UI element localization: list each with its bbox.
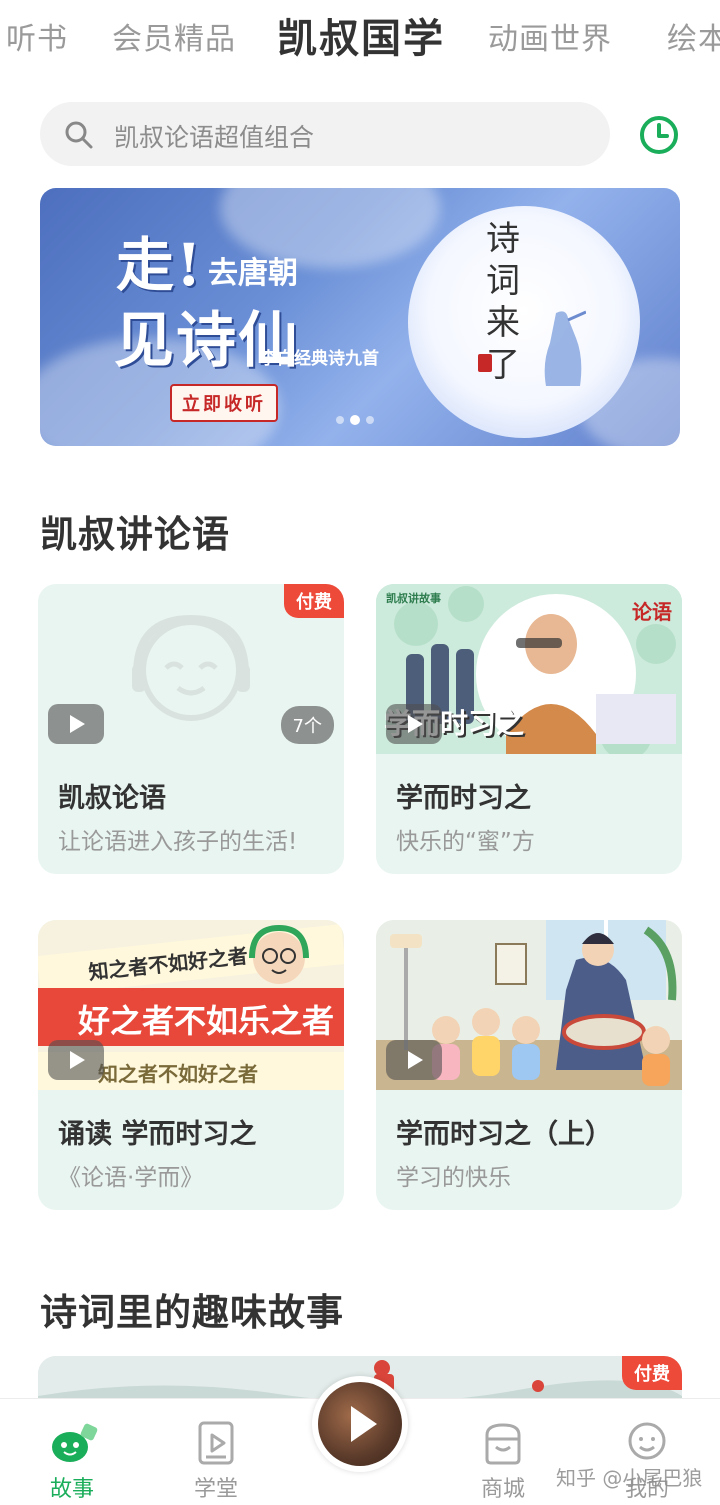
card-title: 学而时习之 <box>396 783 531 814</box>
strip-main-text: 好之者不如乐之者 <box>78 1002 335 1040</box>
card-subtitle: 学习的快乐 <box>396 1165 511 1191</box>
nav-label: 故事 <box>49 1477 94 1502</box>
card-subtitle: 《论语·学而》 <box>58 1165 204 1191</box>
classroom-icon <box>198 1421 234 1465</box>
content-card[interactable]: 7个 付费 凯叔论语 让论语进入孩子的生活! <box>38 584 344 874</box>
center-play-button[interactable] <box>312 1376 408 1472</box>
card-subtitle: 快乐的“蜜”方 <box>396 829 535 855</box>
banner-caption: 李白经典诗九首 <box>260 349 379 369</box>
carousel-dot-active[interactable] <box>350 415 360 425</box>
content-card[interactable]: 凯叔讲故事 论语 学而时习之 学而时习之 快乐的“蜜”方 <box>376 584 682 874</box>
brand-text: 凯叔讲故事 <box>386 592 441 605</box>
tab-kaishu-guoxue[interactable]: 凯叔国学 <box>277 6 445 64</box>
nav-label: 商城 <box>480 1477 525 1502</box>
kaishu-avatar-illustration <box>249 924 309 984</box>
play-button[interactable] <box>386 1040 442 1080</box>
banner-subtitle: 去唐朝 <box>208 256 298 291</box>
card-subtitle: 让论语进入孩子的生活! <box>58 829 298 855</box>
seal-stamp <box>478 354 492 372</box>
tab-listen-books[interactable]: 听书 <box>6 14 68 58</box>
watermark-text: 知乎 @小尾巴狼 <box>556 1466 703 1490</box>
card-thumbnail: 凯叔讲故事 论语 学而时习之 <box>376 584 682 754</box>
carousel-dot[interactable] <box>336 416 344 424</box>
section-title-lunyu: 凯叔讲论语 <box>40 513 230 556</box>
search-input[interactable]: 凯叔论语超值组合 <box>40 102 610 166</box>
card-thumbnail <box>376 920 682 1090</box>
carousel-dots <box>336 415 374 425</box>
listen-now-button[interactable]: 立即收听 <box>170 384 278 422</box>
play-button[interactable] <box>48 1040 104 1080</box>
banner-title-line1: 走! <box>116 231 204 299</box>
tab-member-premium[interactable]: 会员精品 <box>112 14 236 58</box>
paid-badge: 付费 <box>622 1356 682 1390</box>
play-button[interactable] <box>48 704 104 744</box>
now-playing-cover <box>318 1382 402 1466</box>
nav-item-classroom[interactable]: 学堂 <box>161 1399 271 1505</box>
section-title-poetry-stories: 诗词里的趣味故事 <box>40 1291 344 1334</box>
story-icon <box>52 1423 98 1462</box>
card-title: 诵读 学而时习之 <box>58 1119 257 1150</box>
play-button[interactable] <box>386 704 442 744</box>
search-icon <box>65 121 93 149</box>
nav-item-shop[interactable]: 商城 <box>448 1399 558 1505</box>
content-card[interactable]: 学而时习之（上） 学习的快乐 <box>376 920 682 1210</box>
clock-icon[interactable] <box>638 114 680 156</box>
nav-label: 学堂 <box>193 1477 238 1502</box>
shop-icon <box>485 1423 521 1465</box>
content-card[interactable]: 知之者不如好之者 好之者不如乐之者 知之者不如好之者 诵读 学而时习之 《论语·… <box>38 920 344 1210</box>
search-placeholder: 凯叔论语超值组合 <box>114 123 315 152</box>
tab-animation-world[interactable]: 动画世界 <box>488 14 612 58</box>
card-thumbnail: 知之者不如好之者 好之者不如乐之者 知之者不如好之者 <box>38 920 344 1090</box>
lunyu-logo: 论语 <box>632 600 672 624</box>
profile-icon <box>628 1422 666 1460</box>
nav-item-story[interactable]: 故事 <box>17 1399 127 1505</box>
card-title: 凯叔论语 <box>58 783 166 814</box>
card-title: 学而时习之（上） <box>396 1119 612 1150</box>
paid-badge: 付费 <box>284 584 344 618</box>
promo-banner[interactable]: 走! 去唐朝 见诗仙 李白经典诗九首 立即收听 诗词来了 <box>40 188 680 446</box>
top-tab-bar: 听书 会员精品 凯叔国学 动画世界 绘本 <box>0 0 720 80</box>
episode-count-badge: 7个 <box>280 706 334 744</box>
poet-figure-illustration <box>544 310 586 386</box>
carousel-dot[interactable] <box>366 416 374 424</box>
strip-text: 知之者不如好之者 <box>98 1062 258 1086</box>
tab-picture-books[interactable]: 绘本 <box>667 14 720 58</box>
banner-vertical-text: 诗词来了 <box>486 219 520 385</box>
